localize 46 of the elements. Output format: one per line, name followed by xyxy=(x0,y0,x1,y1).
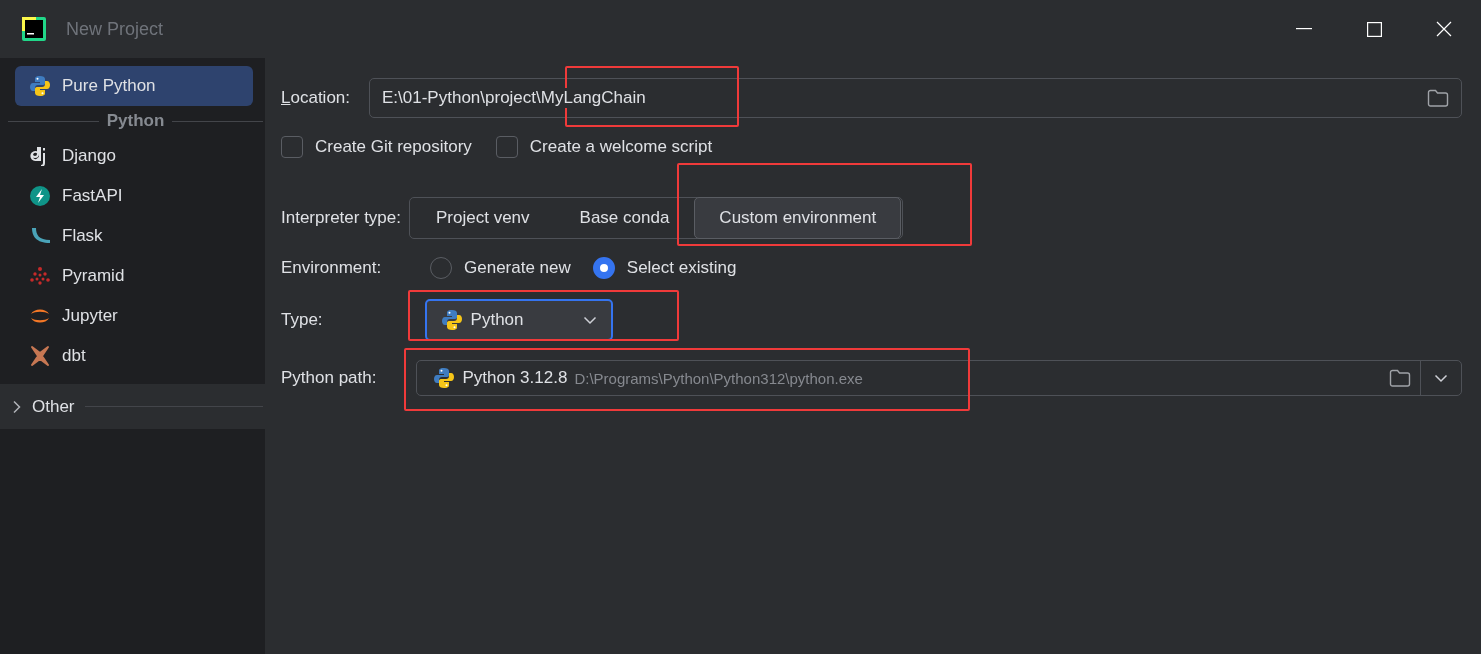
radio-label: Generate new xyxy=(464,258,571,278)
python-icon xyxy=(440,309,463,331)
radio-label: Select existing xyxy=(626,258,737,278)
location-field[interactable]: E:\01-Python\project\MyLangChain xyxy=(369,78,1462,118)
python-path-text: D:\Programs\Python\Python312\python.exe xyxy=(574,369,863,387)
type-label: Type: xyxy=(281,310,323,330)
close-icon[interactable] xyxy=(1436,21,1452,37)
dots-icon xyxy=(29,266,51,286)
folder-icon[interactable] xyxy=(1389,369,1411,387)
interpreter-type-option[interactable]: Base conda xyxy=(554,198,695,238)
chevron-down-icon[interactable] xyxy=(1434,373,1448,383)
horn-icon xyxy=(29,226,51,246)
project-type-item[interactable]: Flask xyxy=(15,216,253,256)
chevron-right-icon[interactable] xyxy=(12,399,22,414)
interpreter-type-option[interactable]: Custom environment xyxy=(694,197,902,239)
minimize-icon[interactable] xyxy=(1296,28,1312,30)
python-icon xyxy=(433,367,456,389)
location-label: Location: xyxy=(281,88,350,108)
python-path-label: Python path: xyxy=(281,368,377,388)
python-icon xyxy=(29,75,51,97)
maximize-icon[interactable] xyxy=(1366,21,1382,37)
type-dropdown[interactable]: Python xyxy=(424,299,613,341)
checkbox-label: Create Git repository xyxy=(315,137,472,157)
project-type-item[interactable]: FastAPI xyxy=(15,176,253,216)
x-shape-icon xyxy=(29,345,51,367)
folder-icon[interactable] xyxy=(1427,89,1449,107)
project-type-item[interactable]: Django xyxy=(15,136,253,176)
python-version: Python 3.12.8 xyxy=(462,368,568,388)
checkbox-label: Create a welcome script xyxy=(529,137,713,157)
checkbox[interactable] xyxy=(281,136,303,158)
app-logo-icon xyxy=(22,17,46,41)
chevron-down-icon[interactable] xyxy=(582,315,597,325)
checkbox[interactable] xyxy=(495,136,518,158)
other-group-item[interactable]: Other xyxy=(0,384,265,429)
group-header: Python xyxy=(106,111,165,131)
window-title: New Project xyxy=(66,18,165,40)
project-type-item[interactable]: Jupyter xyxy=(15,296,253,336)
lightning-icon xyxy=(29,186,51,206)
radio-button[interactable] xyxy=(592,257,615,279)
python-path-field[interactable]: Python 3.12.8 D:\Programs\Python\Python312\python.exe xyxy=(416,360,1462,396)
project-type-item[interactable]: Pure Python xyxy=(15,66,253,106)
project-type-item[interactable]: dbt xyxy=(15,336,253,376)
project-type-item[interactable]: Pyramid xyxy=(15,256,253,296)
environment-label: Environment: xyxy=(281,258,383,278)
interpreter-type-option[interactable]: Project venv xyxy=(411,198,555,238)
interpreter-type-label: Interpreter type: xyxy=(281,208,401,228)
